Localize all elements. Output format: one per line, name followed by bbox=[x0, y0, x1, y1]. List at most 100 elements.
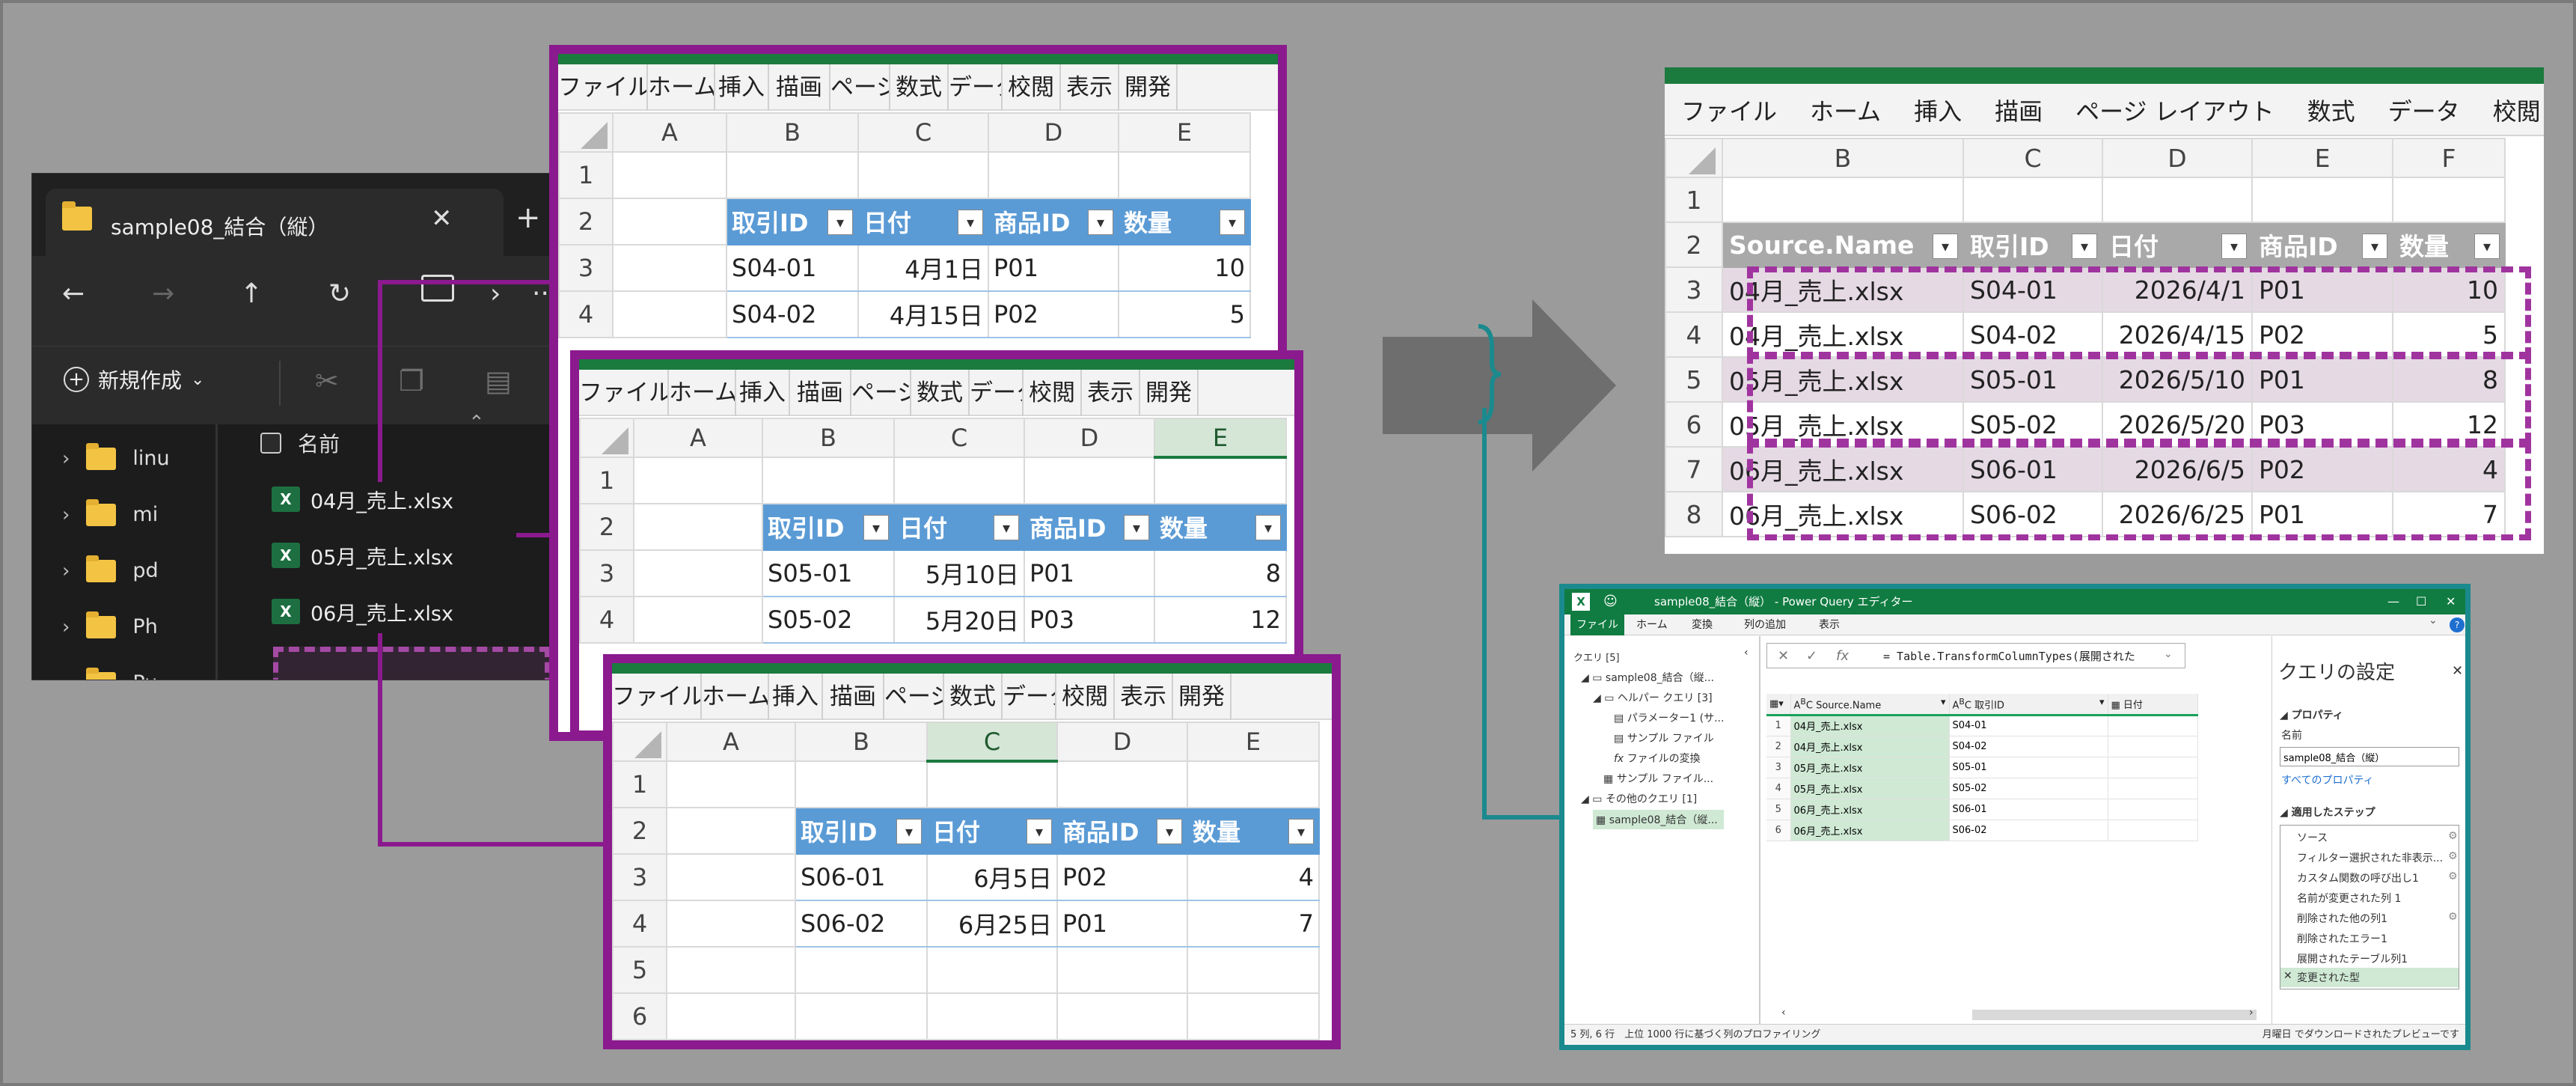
table-header-cell[interactable]: 数量 ▾ bbox=[1187, 807, 1320, 855]
cell[interactable] bbox=[666, 807, 796, 855]
menu-file[interactable]: ファイル bbox=[1570, 614, 1624, 635]
tab-file[interactable]: ファイル bbox=[612, 674, 702, 720]
filter-dropdown-icon[interactable]: ▾ bbox=[2474, 234, 2500, 259]
filter-dropdown-icon[interactable]: ▾ bbox=[1220, 210, 1245, 235]
cell[interactable] bbox=[633, 549, 763, 597]
row-number[interactable]: 7 bbox=[1665, 446, 1723, 492]
close-tab-icon[interactable]: ✕ bbox=[431, 204, 453, 234]
column-header[interactable]: E bbox=[2251, 138, 2393, 178]
sidebar-folder-1[interactable]: › linu bbox=[62, 442, 170, 470]
column-header[interactable]: E bbox=[1187, 722, 1320, 762]
pq-cell[interactable]: S05-01 bbox=[1949, 757, 2108, 778]
select-all-checkbox[interactable] bbox=[260, 433, 281, 454]
tab-page[interactable]: ページ bbox=[830, 64, 890, 111]
table-header-cell[interactable]: 日付 ▾ bbox=[893, 503, 1025, 551]
file-item[interactable]: X 05月_売上.xlsx bbox=[272, 534, 556, 577]
table-header-cell[interactable]: 数量 ▾ bbox=[1154, 503, 1287, 551]
tab-draw[interactable]: 描画 bbox=[1978, 84, 2059, 136]
tab-page[interactable]: ページ bbox=[851, 370, 911, 416]
table-header-cell[interactable]: 取引ID ▾ bbox=[795, 807, 928, 855]
applied-step[interactable]: 削除されたエラー1 bbox=[2297, 931, 2387, 946]
cell[interactable]: P03 bbox=[1024, 596, 1155, 644]
query-name-input[interactable]: sample08_結合（縦） bbox=[2280, 747, 2459, 766]
cell[interactable]: P01 bbox=[988, 244, 1119, 292]
all-properties-link[interactable]: すべてのプロパティ bbox=[2281, 772, 2374, 787]
column-header[interactable]: B bbox=[726, 112, 859, 153]
cell[interactable] bbox=[666, 853, 796, 901]
filter-dropdown-icon[interactable]: ▾ bbox=[994, 515, 1019, 540]
cell[interactable] bbox=[633, 596, 763, 644]
paste-icon[interactable]: ▤ bbox=[485, 364, 512, 397]
tab-data[interactable]: データ bbox=[949, 64, 1003, 111]
applied-step-selected[interactable]: 変更された型 bbox=[2297, 970, 2360, 985]
row-number[interactable]: 1 bbox=[579, 457, 634, 504]
cell[interactable] bbox=[795, 992, 928, 1040]
table-header-cell[interactable]: 商品ID ▾ bbox=[2251, 222, 2393, 268]
name-column-header[interactable]: 名前 bbox=[260, 428, 340, 458]
forward-arrow-icon[interactable]: → bbox=[152, 278, 174, 309]
new-button[interactable]: + 新規作成 ⌄ bbox=[64, 364, 204, 394]
sidebar-folder-3[interactable]: › pd bbox=[62, 555, 159, 582]
query-tree-item[interactable]: ▤ サンプル ファイル bbox=[1614, 730, 1714, 745]
cell[interactable] bbox=[666, 900, 796, 948]
applied-step[interactable]: フィルター選択された非表示... bbox=[2297, 850, 2443, 865]
cell[interactable]: P01 bbox=[1024, 549, 1155, 597]
query-tree-item[interactable]: ▤ パラメーター1 (サ... bbox=[1614, 710, 1724, 725]
row-number[interactable]: 1 bbox=[1665, 177, 1723, 223]
pq-cell[interactable]: 04月_売上.xlsx bbox=[1790, 736, 1950, 757]
filter-dropdown-icon[interactable]: ▾ bbox=[1933, 234, 1958, 259]
cancel-icon[interactable]: ✕ bbox=[1778, 648, 1789, 664]
cell[interactable] bbox=[1118, 151, 1251, 199]
table-header-cell[interactable]: 取引ID ▾ bbox=[1962, 222, 2103, 268]
tab-formulas[interactable]: 数式 bbox=[911, 370, 970, 416]
tab-formulas[interactable]: 数式 bbox=[2291, 84, 2372, 136]
select-all-corner[interactable] bbox=[612, 722, 667, 762]
tab-file[interactable]: ファイル bbox=[558, 64, 648, 111]
cell[interactable]: 4月1日 bbox=[857, 244, 989, 292]
expand-formula-icon[interactable]: ⌄ bbox=[2164, 648, 2173, 660]
cell[interactable] bbox=[1187, 992, 1320, 1040]
pq-cell[interactable] bbox=[2108, 778, 2198, 799]
confirm-icon[interactable]: ✓ bbox=[1806, 648, 1817, 664]
pq-cell[interactable] bbox=[2108, 799, 2198, 820]
applied-step[interactable]: 展開されたテーブル列1 bbox=[2297, 951, 2408, 966]
cell[interactable] bbox=[857, 151, 989, 199]
table-header-cell[interactable]: 商品ID ▾ bbox=[1056, 807, 1188, 855]
table-header-cell[interactable]: 日付 ▾ bbox=[857, 198, 989, 245]
row-number[interactable]: 2 bbox=[558, 198, 614, 245]
formula-text[interactable]: = Table.TransformColumnTypes(展開された bbox=[1883, 648, 2135, 664]
row-number[interactable]: 6 bbox=[612, 992, 667, 1040]
cell[interactable] bbox=[926, 992, 1058, 1040]
table-header-cell[interactable]: 商品ID ▾ bbox=[1024, 503, 1155, 551]
tab-formulas[interactable]: 数式 bbox=[890, 64, 949, 111]
column-header[interactable]: F bbox=[2392, 138, 2506, 178]
tab-data[interactable]: データ bbox=[970, 370, 1024, 416]
tab-page[interactable]: ページ bbox=[884, 674, 944, 720]
close-icon[interactable]: ✕ bbox=[2446, 589, 2456, 614]
tab-developer[interactable]: 開発 bbox=[1119, 64, 1178, 111]
column-header[interactable]: E bbox=[1118, 112, 1251, 153]
cell[interactable]: 12 bbox=[1154, 596, 1287, 644]
cell[interactable] bbox=[926, 760, 1058, 808]
formula-bar[interactable]: ✕ ✓ fx = Table.TransformColumnTypes(展開され… bbox=[1766, 643, 2185, 668]
pq-cell[interactable]: S06-02 bbox=[1949, 820, 2108, 841]
filter-dropdown-icon[interactable]: ▾ bbox=[863, 515, 889, 540]
cell[interactable]: 5月20日 bbox=[893, 596, 1025, 644]
tab-data[interactable]: データ bbox=[2372, 84, 2476, 136]
maximize-icon[interactable]: ☐ bbox=[2416, 589, 2426, 614]
copy-icon[interactable]: ❐ bbox=[399, 364, 424, 397]
column-filter-icon[interactable]: ▾ bbox=[2099, 697, 2105, 708]
sidebar-folder-2[interactable]: › mi bbox=[62, 498, 158, 526]
table-header-cell[interactable]: 商品ID ▾ bbox=[988, 198, 1119, 245]
cell[interactable] bbox=[1962, 177, 2103, 223]
table-header-cell[interactable]: 数量 ▾ bbox=[2392, 222, 2506, 268]
tab-home[interactable]: ホーム bbox=[669, 370, 736, 416]
cell[interactable]: 8 bbox=[1154, 549, 1287, 597]
file-item[interactable]: X 04月_売上.xlsx bbox=[272, 478, 556, 521]
smiley-icon[interactable]: ☺ bbox=[1603, 589, 1618, 614]
tab-home[interactable]: ホーム bbox=[648, 64, 715, 111]
table-header-cell[interactable]: 取引ID ▾ bbox=[726, 198, 859, 245]
cell[interactable] bbox=[926, 946, 1058, 994]
filter-dropdown-icon[interactable]: ▾ bbox=[2221, 234, 2247, 259]
table-header-cell[interactable]: 日付 ▾ bbox=[2102, 222, 2253, 268]
